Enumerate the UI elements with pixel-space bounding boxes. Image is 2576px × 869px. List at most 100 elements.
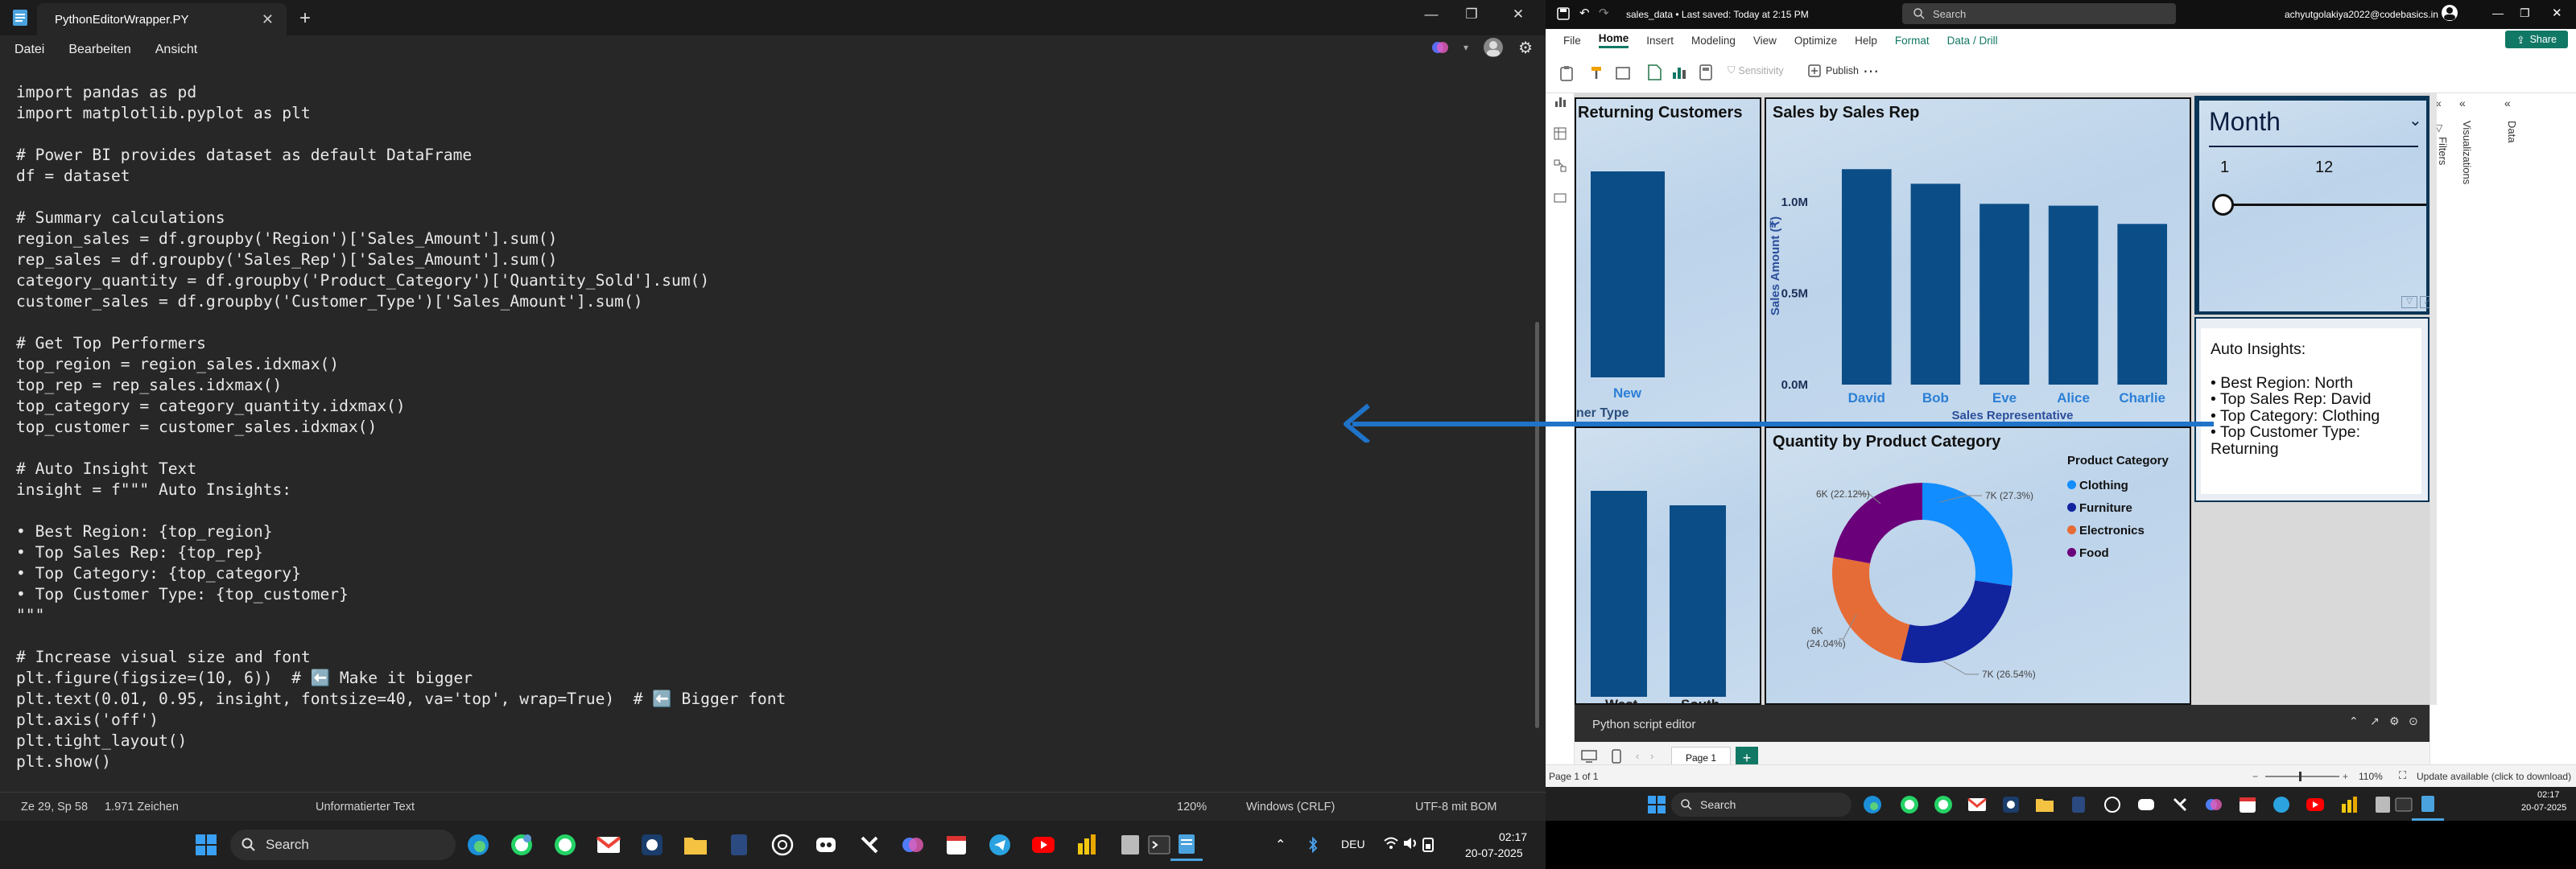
windows-start-icon[interactable] bbox=[190, 829, 222, 861]
code-line[interactable] bbox=[16, 438, 1538, 459]
chevron-down-icon[interactable]: ▾ bbox=[1463, 42, 1468, 53]
avatar[interactable] bbox=[2441, 4, 2458, 22]
copilot-icon[interactable] bbox=[2198, 789, 2230, 821]
desktop-layout-icon[interactable] bbox=[1581, 750, 1597, 763]
save-icon[interactable] bbox=[1557, 7, 1570, 20]
app-icon[interactable] bbox=[1114, 829, 1146, 861]
code-line[interactable]: • Top Category: {top_category} bbox=[16, 563, 1538, 584]
whatsapp-icon[interactable] bbox=[1893, 789, 1926, 821]
code-line[interactable]: top_region = region_sales.idxmax() bbox=[16, 354, 1538, 375]
menu-data-drill[interactable]: Data / Drill bbox=[1947, 35, 1998, 47]
pane-scrollbar[interactable] bbox=[2430, 93, 2437, 705]
copilot-icon[interactable] bbox=[1431, 39, 1449, 56]
code-line[interactable] bbox=[16, 500, 1538, 521]
month-slicer[interactable]: Month ⌄ 1 12 bbox=[2199, 101, 2426, 311]
code-line[interactable]: rep_sales = df.groupby('Sales_Rep')['Sal… bbox=[16, 249, 1538, 270]
code-line[interactable]: """ bbox=[16, 605, 1538, 626]
minimize-icon[interactable]: — bbox=[2492, 6, 2504, 19]
code-line[interactable] bbox=[16, 312, 1538, 333]
quantity-donut-chart[interactable]: 7K (27.3%) 7K (26.54%) 6K 6K (22.12%) (24.04… bbox=[1766, 428, 2190, 703]
youtube-icon[interactable] bbox=[1027, 829, 1059, 861]
notepad-taskbar-icon[interactable] bbox=[1170, 829, 1203, 861]
close-tab-icon[interactable]: ✕ bbox=[262, 11, 274, 28]
menu-optimize[interactable]: Optimize bbox=[1794, 35, 1837, 47]
taskbar-search[interactable]: Search bbox=[1671, 793, 1852, 817]
code-line[interactable]: import matplotlib.pyplot as plt bbox=[16, 103, 1538, 124]
menu-datei[interactable]: Datei bbox=[14, 43, 44, 57]
maximize-icon[interactable]: ❐ bbox=[1455, 6, 1488, 23]
chatgpt-icon[interactable] bbox=[2096, 789, 2128, 821]
file-title[interactable]: sales_data • Last saved: Today at 2:15 P… bbox=[1626, 9, 1809, 20]
code-line[interactable]: top_customer = customer_sales.idxmax() bbox=[16, 417, 1538, 438]
filters-pane-tab[interactable]: Filters bbox=[2437, 137, 2449, 165]
code-line[interactable]: region_sales = df.groupby('Region')['Sal… bbox=[16, 229, 1538, 249]
code-line[interactable]: top_category = category_quantity.idxmax(… bbox=[16, 396, 1538, 417]
bar-bob[interactable] bbox=[1910, 183, 1961, 385]
slice-furniture[interactable] bbox=[1901, 580, 2012, 663]
more-options-icon[interactable]: ⋯ bbox=[1863, 61, 1879, 81]
code-line[interactable] bbox=[16, 626, 1538, 647]
table-view-icon[interactable] bbox=[1554, 127, 1567, 140]
chevron-down-icon[interactable]: ⌄ bbox=[2409, 110, 2422, 130]
code-line[interactable]: plt.text(0.01, 0.95, insight, fontsize=4… bbox=[16, 689, 1538, 710]
legend-item-clothing[interactable]: Clothing bbox=[2067, 475, 2145, 497]
taskbar-date[interactable]: 20-07-2025 bbox=[1465, 846, 1523, 859]
close-window-icon[interactable]: ✕ bbox=[2552, 6, 2562, 20]
report-canvas[interactable]: Returning Customers New ner Type Sales b… bbox=[1575, 93, 2429, 705]
focus-mode-icon[interactable]: ⤢ bbox=[2420, 296, 2429, 308]
tray-chevron-up-icon[interactable]: ⌃ bbox=[1275, 837, 1286, 853]
code-line[interactable]: plt.figure(figsize=(10, 6)) # ⬅️ Make it… bbox=[16, 668, 1538, 689]
app-icon[interactable] bbox=[2164, 789, 2196, 821]
expand-icon[interactable]: ⌃ bbox=[2349, 715, 2359, 728]
menu-home[interactable]: Home bbox=[1598, 32, 1629, 48]
youtube-icon[interactable] bbox=[2299, 789, 2331, 821]
code-line[interactable]: # Get Top Performers bbox=[16, 333, 1538, 354]
code-line[interactable]: • Top Customer Type: {top_customer} bbox=[16, 584, 1538, 605]
slicer-max-value[interactable]: 12 bbox=[2315, 159, 2333, 177]
minimize-icon[interactable]: — bbox=[1415, 6, 1447, 23]
fit-to-page-icon[interactable]: ⛶ bbox=[2399, 769, 2406, 782]
close-window-icon[interactable]: ✕ bbox=[1502, 6, 1534, 23]
visualizations-pane-tab[interactable]: Visualizations bbox=[2461, 121, 2473, 184]
bar-charlie[interactable] bbox=[2117, 224, 2168, 385]
taskbar-search[interactable]: Search bbox=[230, 830, 456, 860]
windows-start-icon[interactable] bbox=[1641, 789, 1673, 821]
code-line[interactable]: import pandas as pd bbox=[16, 82, 1538, 103]
powerbi-icon[interactable] bbox=[2333, 789, 2365, 821]
menu-insert[interactable]: Insert bbox=[1646, 35, 1674, 47]
app-icon[interactable] bbox=[2062, 789, 2095, 821]
whatsapp-icon[interactable] bbox=[1927, 789, 1959, 821]
get-data-icon[interactable] bbox=[1615, 64, 1633, 80]
share-button[interactable]: ⇪ Share bbox=[2505, 31, 2568, 48]
menu-file[interactable]: File bbox=[1563, 35, 1581, 47]
sensitivity-button[interactable]: ⛉ Sensitivity bbox=[1728, 64, 1784, 76]
update-available-link[interactable]: Update available (click to download) bbox=[2417, 771, 2571, 782]
filter-icon[interactable]: ▽ bbox=[2401, 296, 2417, 308]
powerbi-search[interactable]: Search bbox=[1902, 3, 2176, 24]
zoom-out-icon[interactable]: − bbox=[2252, 771, 2258, 782]
menu-modeling[interactable]: Modeling bbox=[1691, 35, 1736, 47]
zoom-slider[interactable] bbox=[2265, 776, 2339, 777]
code-line[interactable]: # Summary calculations bbox=[16, 208, 1538, 229]
menu-bearbeiten[interactable]: Bearbeiten bbox=[68, 43, 130, 57]
language-indicator[interactable]: DEU bbox=[1341, 838, 1365, 850]
app-icon[interactable] bbox=[1995, 789, 2027, 821]
format-painter-icon[interactable] bbox=[1589, 64, 1605, 80]
slicer-min-value[interactable]: 1 bbox=[2220, 159, 2229, 177]
code-line[interactable]: insight = f""" Auto Insights: bbox=[16, 480, 1538, 500]
whatsapp-icon[interactable] bbox=[506, 829, 538, 861]
python-script-editor-bar[interactable]: Python script editor ⌃ ↗ ⚙ ⊙ bbox=[1575, 705, 2429, 742]
legend-item-food[interactable]: Food bbox=[2067, 542, 2145, 565]
folder-icon[interactable] bbox=[679, 829, 712, 861]
app-icon[interactable] bbox=[636, 829, 668, 861]
edge-icon[interactable] bbox=[1856, 789, 1889, 821]
legend-item-furniture[interactable]: Furniture bbox=[2067, 497, 2145, 520]
telegram-icon[interactable] bbox=[2265, 789, 2297, 821]
line-ending[interactable]: Windows (CRLF) bbox=[1246, 801, 1335, 813]
code-line[interactable]: • Top Sales Rep: {top_rep} bbox=[16, 542, 1538, 563]
mobile-layout-icon[interactable] bbox=[1612, 749, 1621, 764]
dax-query-icon[interactable] bbox=[1554, 192, 1567, 204]
user-email[interactable]: achyutgolakiya2022@codebasics.in bbox=[2285, 9, 2438, 20]
redo-icon[interactable]: ↷ bbox=[1599, 6, 1609, 20]
telegram-icon[interactable] bbox=[984, 829, 1016, 861]
